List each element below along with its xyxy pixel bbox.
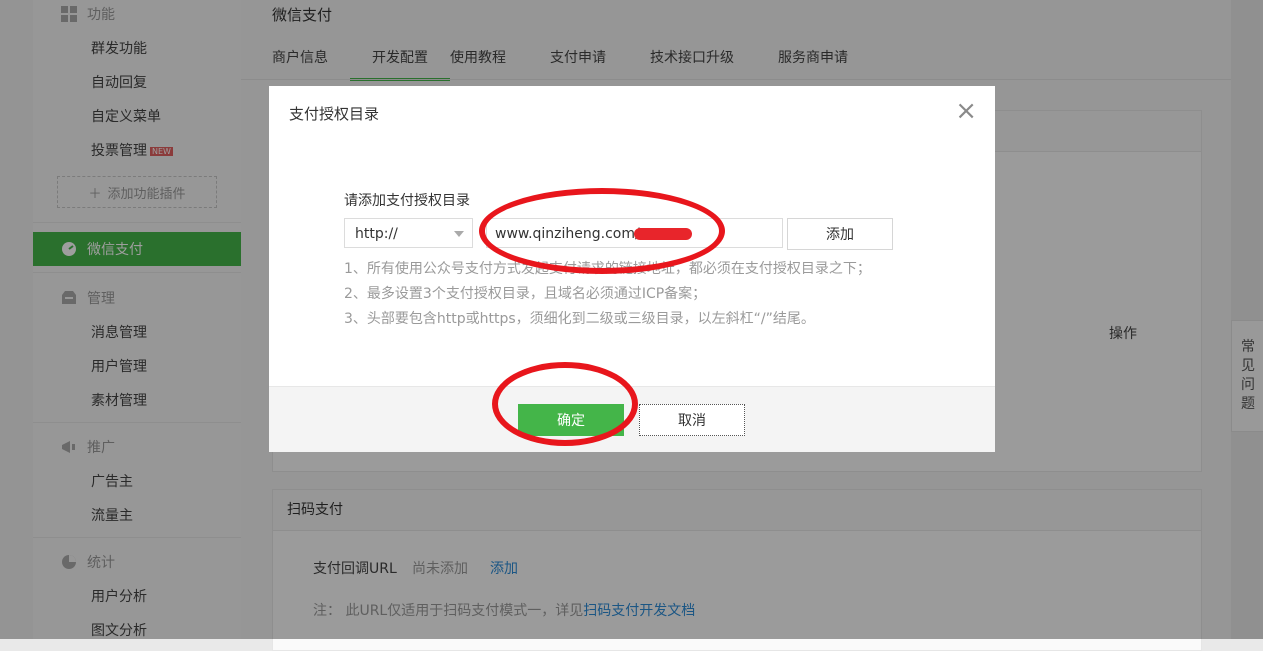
- auth-dir-dialog: 支付授权目录 × 请添加支付授权目录 http:// www.qinziheng…: [269, 86, 995, 452]
- dialog-header: 支付授权目录 ×: [269, 86, 995, 139]
- auth-dir-url-input[interactable]: www.qinziheng.com/: [486, 218, 783, 248]
- dialog-footer: 确定 取消: [269, 386, 995, 452]
- dialog-title: 支付授权目录: [289, 105, 380, 123]
- protocol-select[interactable]: http://: [344, 218, 473, 248]
- dialog-body: 请添加支付授权目录 http:// www.qinziheng.com/ 添加 …: [269, 138, 995, 386]
- redaction-mark: [633, 228, 692, 240]
- cancel-button[interactable]: 取消: [639, 404, 745, 436]
- note-line: 1、所有使用公众号支付方式发起支付请求的链接地址，都必须在支付授权目录之下；: [344, 261, 871, 277]
- protocol-select-value: http://: [355, 226, 398, 242]
- chevron-down-icon: [454, 231, 464, 237]
- note-line: 3、头部要包含http或https，须细化到二级或三级目录，以左斜杠“/”结尾。: [344, 311, 815, 327]
- close-icon[interactable]: ×: [955, 98, 977, 124]
- add-dir-button[interactable]: 添加: [787, 218, 893, 250]
- confirm-button[interactable]: 确定: [518, 404, 624, 436]
- auth-dir-prompt: 请添加支付授权目录: [344, 193, 470, 209]
- auth-dir-url-value: www.qinziheng.com/: [495, 226, 640, 242]
- auth-dir-notes: 1、所有使用公众号支付方式发起支付请求的链接地址，都必须在支付授权目录之下； 2…: [344, 257, 871, 332]
- note-line: 2、最多设置3个支付授权目录，且域名必须通过ICP备案；: [344, 286, 707, 302]
